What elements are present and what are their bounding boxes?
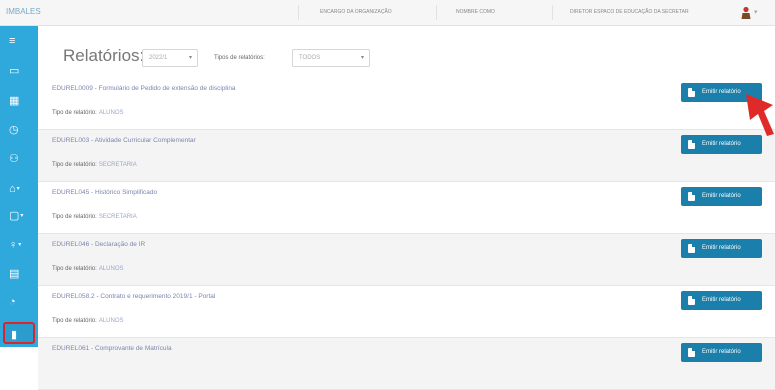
sidebar-item-academic[interactable]: ⌂▾ xyxy=(3,178,35,200)
page-title: Relatórios: xyxy=(63,46,145,65)
year-select-value: 2022/1 xyxy=(149,55,168,61)
document-icon xyxy=(688,348,695,357)
report-type-value: ALUNOS xyxy=(98,266,124,272)
emit-report-label: Emitir relatório xyxy=(702,89,741,95)
emit-report-button[interactable]: Emitir relatório xyxy=(681,239,762,258)
report-row: EDUREL0009 - Formulário de Pedido de ext… xyxy=(38,78,775,130)
report-type-prefix: Tipo de relatório: xyxy=(52,266,97,272)
clock-icon: ◷ xyxy=(9,124,19,136)
clipboard-icon: ▢ xyxy=(9,210,20,222)
location-pin-icon: ♀ xyxy=(9,239,18,251)
report-type-value: ALUNOS xyxy=(98,318,124,324)
emit-report-button[interactable]: Emitir relatório xyxy=(681,135,762,154)
report-title[interactable]: EDUREL0009 - Formulário de Pedido de ext… xyxy=(52,85,236,92)
report-type-label: Tipos de relatórios: xyxy=(214,55,265,61)
report-type: Tipo de relatório: SECRETARIA xyxy=(52,162,137,168)
chart-pie-icon: ◔ xyxy=(9,296,16,308)
report-type-prefix: Tipo de relatório: xyxy=(52,110,97,116)
chevron-down-icon[interactable]: ▾ xyxy=(754,8,758,16)
sidebar-item-reports[interactable]: ▮ xyxy=(3,322,35,344)
report-type-prefix: Tipo de relatório: xyxy=(52,214,97,220)
sidebar-item-calendar[interactable]: ▤ xyxy=(3,263,35,285)
report-row: EDUREL003 - Atividade Curricular Complem… xyxy=(38,130,775,182)
red-arrow-pointer-icon xyxy=(746,94,774,136)
report-title[interactable]: EDUREL003 - Atividade Curricular Complem… xyxy=(52,137,196,144)
separator xyxy=(552,5,553,20)
document-icon xyxy=(688,296,695,305)
sidebar-item-statistics[interactable]: ◔ xyxy=(3,291,35,313)
emit-report-label: Emitir relatório xyxy=(702,245,741,251)
chevron-down-icon: ▾ xyxy=(16,186,20,193)
sidebar-item-dashboard[interactable]: ▦ xyxy=(3,90,35,112)
document-icon xyxy=(688,244,695,253)
report-type-value: SECRETARIA xyxy=(98,162,137,168)
report-title[interactable]: EDUREL058.2 - Contrato e requerimento 20… xyxy=(52,293,215,300)
report-file-icon: ▮ xyxy=(11,329,18,341)
emit-report-label: Emitir relatório xyxy=(702,297,741,303)
report-type: Tipo de relatório: ALUNOS xyxy=(52,318,124,324)
document-icon xyxy=(688,88,695,97)
document-icon xyxy=(688,140,695,149)
sidebar-item-schedule[interactable]: ◷ xyxy=(3,119,35,141)
monitor-icon: ▭ xyxy=(9,65,20,77)
chevron-down-icon: ▾ xyxy=(360,55,364,61)
report-type: Tipo de relatório: ALUNOS xyxy=(52,266,124,272)
report-type-select-value: TODOS xyxy=(299,55,321,61)
report-type-prefix: Tipo de relatório: xyxy=(52,318,97,324)
avatar-icon[interactable] xyxy=(741,6,751,19)
sidebar-item-monitor[interactable]: ▭ xyxy=(3,60,35,82)
app-brand[interactable]: IMBALES xyxy=(6,7,41,16)
sidebar-item-registry[interactable]: ▢▾ xyxy=(3,205,35,227)
report-type-value: SECRETARIA xyxy=(98,214,137,220)
reports-list: EDUREL0009 - Formulário de Pedido de ext… xyxy=(38,78,775,390)
chevron-down-icon: ▾ xyxy=(20,213,24,220)
sidebar-item-locations[interactable]: ♀▾ xyxy=(3,234,35,256)
emit-report-button[interactable]: Emitir relatório xyxy=(681,187,762,206)
report-row: EDUREL061 - Comprovante de Matrícula Emi… xyxy=(38,338,775,390)
emit-report-label: Emitir relatório xyxy=(702,141,741,147)
top-bar: IMBALES ENCARGO DA ORGANIZAÇÃO NOMBRE CO… xyxy=(0,0,775,26)
page-header: Relatórios: 2022/1 ▾ Tipos de relatórios… xyxy=(38,26,775,78)
chevron-down-icon: ▾ xyxy=(188,55,192,61)
report-title[interactable]: EDUREL061 - Comprovante de Matrícula xyxy=(52,345,172,352)
role-label[interactable]: DIRETOR ESPACO DE EDUCAÇÃO DA SECRETAR xyxy=(570,9,689,15)
report-row: EDUREL058.2 - Contrato e requerimento 20… xyxy=(38,286,775,338)
users-icon: ⚇ xyxy=(9,153,19,165)
emit-report-label: Emitir relatório xyxy=(702,193,741,199)
emit-report-button[interactable]: Emitir relatório xyxy=(681,291,762,310)
report-row: EDUREL045 - Histórico Simplificado Tipo … xyxy=(38,182,775,234)
report-type-value: ALUNOS xyxy=(98,110,124,116)
report-type-prefix: Tipo de relatório: xyxy=(52,162,97,168)
graduation-cap-icon: ⌂ xyxy=(9,183,16,195)
year-select[interactable]: 2022/1 ▾ xyxy=(142,49,198,67)
sidebar-item-users[interactable]: ⚇ xyxy=(3,148,35,170)
report-type-select[interactable]: TODOS ▾ xyxy=(292,49,370,67)
sidebar-item-menu[interactable]: ≡ xyxy=(3,30,35,52)
report-type: Tipo de relatório: ALUNOS xyxy=(52,110,124,116)
report-title[interactable]: EDUREL045 - Histórico Simplificado xyxy=(52,189,157,196)
organization-label[interactable]: ENCARGO DA ORGANIZAÇÃO xyxy=(320,9,392,15)
report-type: Tipo de relatório: SECRETARIA xyxy=(52,214,137,220)
sidebar: ≡ ▭ ▦ ◷ ⚇ ⌂▾ ▢▾ ♀▾ ▤ ◔ ▮ xyxy=(0,26,38,347)
chevron-down-icon: ▾ xyxy=(18,242,22,249)
document-icon xyxy=(688,192,695,201)
menu-icon: ≡ xyxy=(9,35,16,47)
report-row: EDUREL046 - Declaração de IR Tipo de rel… xyxy=(38,234,775,286)
calendar-icon: ▤ xyxy=(9,268,20,280)
emit-report-button[interactable]: Emitir relatório xyxy=(681,343,762,362)
grid-icon: ▦ xyxy=(9,95,20,107)
separator xyxy=(298,5,299,20)
report-title[interactable]: EDUREL046 - Declaração de IR xyxy=(52,241,145,248)
separator xyxy=(436,5,437,20)
user-name-label[interactable]: NOMBRE COMO xyxy=(456,9,495,15)
emit-report-label: Emitir relatório xyxy=(702,349,741,355)
